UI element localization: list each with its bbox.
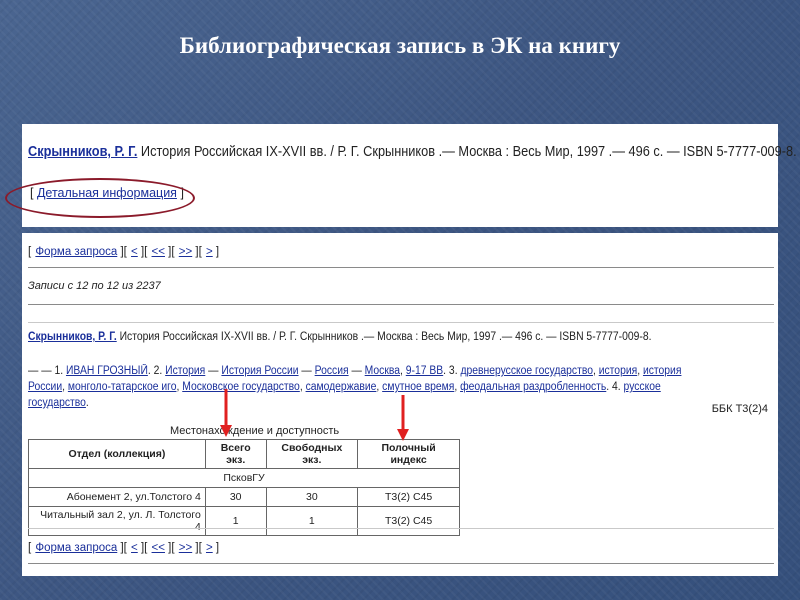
record-description-bottom: История Российская IX-XVII вв. / Р. Г. С… xyxy=(116,331,652,343)
subject-link[interactable]: Россия xyxy=(315,365,349,377)
request-form-link[interactable]: Форма запроса xyxy=(35,542,117,554)
subject-link[interactable]: история xyxy=(599,365,637,377)
cell-shelf: Т3(2) С45 xyxy=(357,506,460,536)
col-header-shelf: Полочный индекс xyxy=(357,439,460,469)
subject-link[interactable]: Москва xyxy=(365,365,400,377)
cell-dept: Абонемент 2, ул.Толстого 4 xyxy=(28,487,206,507)
nav-bar-top: [ Форма запроса ][ < ][ << ][ >> ][ > ] xyxy=(28,246,220,258)
divider xyxy=(28,267,774,268)
record-screenshot-top: Скрынников, Р. Г. История Российская IX-… xyxy=(5,124,797,227)
divider xyxy=(28,528,774,529)
down-arrow-icon xyxy=(397,395,409,441)
nav-bar-bottom: [ Форма запроса ][ < ][ << ][ >> ][ > ] xyxy=(28,542,220,554)
table-row: Читальный зал 2, ул. Л. Толстого 4 1 1 Т… xyxy=(28,506,460,536)
divider xyxy=(28,563,774,564)
library-name: ПсковГУ xyxy=(28,468,460,488)
subject-link[interactable]: Московское государство xyxy=(182,381,300,393)
nav-first-link[interactable]: << xyxy=(152,246,165,258)
nav-next-link[interactable]: > xyxy=(206,246,213,258)
cell-dept: Читальный зал 2, ул. Л. Толстого 4 xyxy=(28,506,206,536)
records-count: Записи с 12 по 12 из 2237 xyxy=(28,280,161,292)
down-arrow-icon xyxy=(220,389,232,437)
subject-link[interactable]: феодальная раздробленность xyxy=(460,381,606,393)
holdings-table: Отдел (коллекция) Всего экз. Свободных э… xyxy=(28,439,460,536)
holdings-title: Местонахождение и доступность xyxy=(170,425,340,437)
library-row: ПсковГУ xyxy=(28,468,460,488)
subject-link[interactable]: ИВАН ГРОЗНЫЙ xyxy=(66,365,148,377)
divider xyxy=(28,304,774,305)
subject-link[interactable]: самодержавие xyxy=(306,381,377,393)
catalog-screenshot: [ Форма запроса ][ < ][ << ][ >> ][ > ] … xyxy=(22,233,778,576)
record-line-bottom: Скрынников, Р. Г. История Российская IX-… xyxy=(28,331,651,343)
nav-last-link[interactable]: >> xyxy=(179,246,192,258)
subject-link[interactable]: смутное время xyxy=(382,381,454,393)
bbk-index: ББК Т3(2)4 xyxy=(711,403,768,415)
record-line: Скрынников, Р. Г. История Российская IX-… xyxy=(28,144,797,160)
cell-shelf: Т3(2) С45 xyxy=(357,487,460,507)
subject-headings: — — 1. ИВАН ГРОЗНЫЙ. 2. История — Истори… xyxy=(28,365,682,409)
cell-free: 1 xyxy=(265,506,359,536)
author-link-bottom[interactable]: Скрынников, Р. Г. xyxy=(28,331,117,343)
nav-prev-link[interactable]: < xyxy=(131,542,138,554)
cell-total: 1 xyxy=(204,506,267,536)
nav-last-link[interactable]: >> xyxy=(179,542,192,554)
nav-next-link[interactable]: > xyxy=(206,542,213,554)
nav-prev-link[interactable]: < xyxy=(131,246,138,258)
table-row: Абонемент 2, ул.Толстого 4 30 30 Т3(2) С… xyxy=(28,487,460,507)
table-header-row: Отдел (коллекция) Всего экз. Свободных э… xyxy=(28,439,460,469)
author-link[interactable]: Скрынников, Р. Г. xyxy=(28,144,137,160)
nav-first-link[interactable]: << xyxy=(152,542,165,554)
cell-total: 30 xyxy=(204,487,267,507)
subject-link[interactable]: 9-17 ВВ xyxy=(406,365,443,377)
divider xyxy=(28,322,774,323)
request-form-link[interactable]: Форма запроса xyxy=(35,246,117,258)
subject-link[interactable]: История xyxy=(165,365,205,377)
col-header-total: Всего экз. xyxy=(204,439,267,469)
slide-title: Библиографическая запись в ЭК на книгу xyxy=(179,33,621,58)
highlight-ellipse xyxy=(5,178,195,218)
col-header-dept: Отдел (коллекция) xyxy=(28,439,206,469)
col-header-free: Свободных экз. xyxy=(265,439,359,469)
subject-link[interactable]: История России xyxy=(221,365,298,377)
cell-free: 30 xyxy=(265,487,359,507)
subject-link[interactable]: древнерусское государство xyxy=(460,365,593,377)
record-description: История Российская IX-XVII вв. / Р. Г. С… xyxy=(137,144,797,160)
subject-link[interactable]: монголо-татарское иго xyxy=(68,381,177,393)
